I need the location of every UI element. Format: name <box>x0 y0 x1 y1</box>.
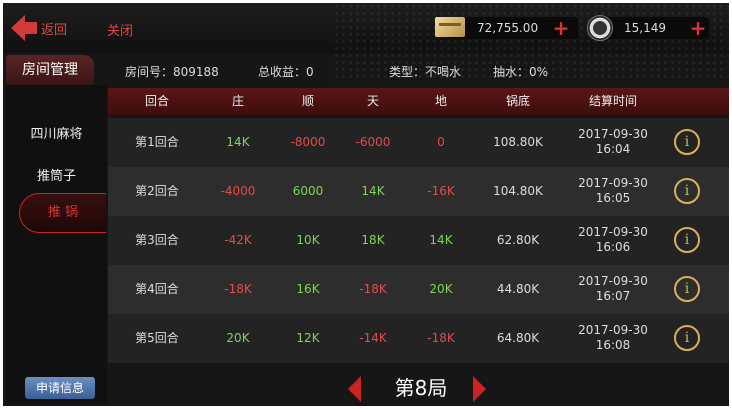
settle-time: 16:07 <box>595 289 631 303</box>
cell-shun: 12K <box>296 331 320 345</box>
sidebar-item-tuiguo[interactable]: 推 锅 <box>19 193 106 233</box>
column-header-shun: 顺 <box>301 94 314 108</box>
app-frame: 返回 关闭 72,755.00 + 15,149 + 房间管理 房间号：8091… <box>3 3 729 406</box>
cell-di: 14K <box>429 233 453 247</box>
column-header-tian: 天 <box>366 94 379 108</box>
cell-round: 第3回合 <box>135 233 179 247</box>
cell-zhuang: -42K <box>224 233 252 247</box>
sidebar-item-sichuan-mahjong[interactable]: 四川麻将 <box>6 123 107 142</box>
info-icon[interactable]: i <box>674 227 700 253</box>
rake-rate: 抽水：0% <box>493 65 549 79</box>
cell-round: 第2回合 <box>135 184 179 198</box>
chip-balance: 15,149 <box>624 21 666 35</box>
cell-shun: 10K <box>296 233 320 247</box>
cell-shun: -8000 <box>290 135 326 149</box>
cell-tian: -6000 <box>355 135 391 149</box>
settle-date: 2017-09-30 <box>578 176 648 190</box>
table-header: 回合 庄 顺 天 地 锅底 结算时间 <box>108 88 729 115</box>
settle-date: 2017-09-30 <box>578 225 648 239</box>
column-header-zhuang: 庄 <box>231 94 244 108</box>
column-header-round: 回合 <box>144 94 169 108</box>
cell-pot: 44.80K <box>496 282 540 296</box>
table-row: 第3回合 -42K 10K 18K 14K 62.80K 2017-09-30 16:06 i <box>108 216 729 265</box>
back-arrow-icon <box>11 15 25 41</box>
cell-settle-time: 2017-09-30 16:06 <box>573 216 653 265</box>
coin-balance: 72,755.00 <box>477 21 539 35</box>
next-page-arrow-icon[interactable] <box>473 376 486 402</box>
total-income: 总收益：0 <box>258 65 314 79</box>
add-chips-button[interactable]: + <box>687 17 709 39</box>
cell-zhuang: -18K <box>224 282 252 296</box>
cell-di: -18K <box>427 331 455 345</box>
cell-settle-time: 2017-09-30 16:04 <box>573 118 653 167</box>
cell-di: 0 <box>437 135 445 149</box>
cell-settle-time: 2017-09-30 16:07 <box>573 265 653 314</box>
info-icon[interactable]: i <box>674 276 700 302</box>
cell-zhuang: -4000 <box>220 184 256 198</box>
back-label: 返回 <box>41 22 68 38</box>
table-row: 第2回合 -4000 6000 14K -16K 104.80K 2017-09-30 16:… <box>108 167 729 216</box>
room-number: 房间号：809188 <box>125 65 219 79</box>
cell-pot: 64.80K <box>496 331 540 345</box>
settle-time: 16:04 <box>595 142 631 156</box>
cell-pot: 62.80K <box>496 233 540 247</box>
add-coins-button[interactable]: + <box>550 17 572 39</box>
cell-tian: 18K <box>361 233 385 247</box>
cell-di: -16K <box>427 184 455 198</box>
cell-tian: 14K <box>361 184 385 198</box>
close-button[interactable]: 关闭 <box>107 20 133 39</box>
info-icon[interactable]: i <box>674 129 700 155</box>
settle-date: 2017-09-30 <box>578 274 648 288</box>
cell-pot: 108.80K <box>493 135 543 149</box>
cell-zhuang: 14K <box>226 135 250 149</box>
page-label: 第8局 <box>394 376 448 400</box>
sidebar: 四川麻将 推筒子 申请信息 <box>6 85 107 403</box>
gold-card-icon <box>435 17 465 37</box>
sidebar-title: 房间管理 <box>6 55 94 85</box>
back-arrow-tail <box>25 22 37 34</box>
column-header-di: 地 <box>434 94 447 108</box>
settle-time: 16:05 <box>595 191 631 205</box>
cell-tian: -18K <box>359 282 387 296</box>
chip-icon <box>587 15 613 41</box>
cell-zhuang: 20K <box>226 331 250 345</box>
apply-info-button[interactable]: 申请信息 <box>25 377 95 399</box>
table-row: 第5回合 20K 12K -14K -18K 64.80K 2017-09-30 16:08 i <box>108 314 729 363</box>
back-button[interactable]: 返回 <box>11 15 67 41</box>
cell-settle-time: 2017-09-30 16:05 <box>573 167 653 216</box>
column-header-settle-time: 结算时间 <box>588 94 637 108</box>
info-icon[interactable]: i <box>674 325 700 351</box>
table-row: 第4回合 -18K 16K -18K 20K 44.80K 2017-09-30 16:07 i <box>108 265 729 314</box>
settle-date: 2017-09-30 <box>578 127 648 141</box>
prev-page-arrow-icon[interactable] <box>348 376 361 402</box>
cell-shun: 6000 <box>292 184 324 198</box>
sidebar-item-tuitongzi[interactable]: 推筒子 <box>6 165 107 184</box>
settle-date: 2017-09-30 <box>578 323 648 337</box>
cell-shun: 16K <box>296 282 320 296</box>
settle-time: 16:08 <box>595 338 631 352</box>
info-icon[interactable]: i <box>674 178 700 204</box>
cell-round: 第1回合 <box>135 135 179 149</box>
cell-settle-time: 2017-09-30 16:08 <box>573 314 653 363</box>
column-header-pot: 锅底 <box>505 94 530 108</box>
cell-pot: 104.80K <box>493 184 543 198</box>
room-type: 类型：不喝水 <box>389 65 462 79</box>
cell-di: 20K <box>429 282 453 296</box>
settle-time: 16:06 <box>595 240 631 254</box>
cell-round: 第4回合 <box>135 282 179 296</box>
cell-round: 第5回合 <box>135 331 179 345</box>
table-row: 第1回合 14K -8000 -6000 0 108.80K 2017-09-30 16:04… <box>108 118 729 167</box>
cell-tian: -14K <box>359 331 387 345</box>
